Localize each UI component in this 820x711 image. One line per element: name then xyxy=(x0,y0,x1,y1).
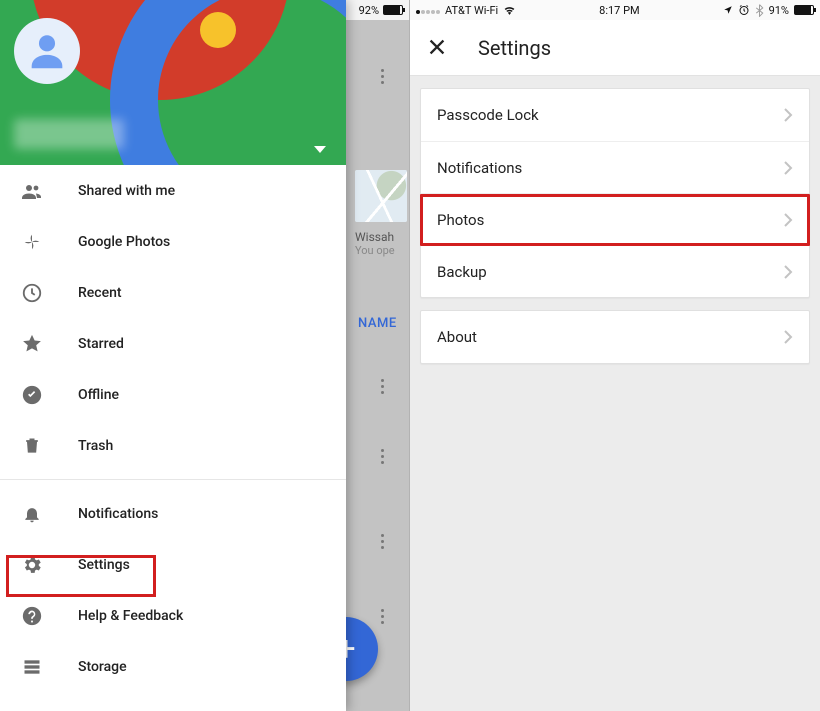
drawer-item-label: Shared with me xyxy=(78,183,175,199)
status-bar-partial: 92% xyxy=(345,0,409,20)
bell-icon xyxy=(20,502,44,526)
drive-drawer-screen: 92% Wissah You ope NAME + xyxy=(0,0,410,711)
trash-icon xyxy=(20,434,44,458)
drawer-item-settings[interactable]: Settings xyxy=(0,539,346,590)
overflow-menu-icon[interactable] xyxy=(372,525,392,557)
check-circle-icon xyxy=(20,383,44,407)
signal-icon xyxy=(416,6,440,14)
alarm-icon xyxy=(738,4,750,16)
drawer-item-notifications[interactable]: Notifications xyxy=(0,488,346,539)
account-name-blurred xyxy=(14,119,124,149)
carrier-label: AT&T Wi-Fi xyxy=(445,4,498,17)
overflow-menu-icon[interactable] xyxy=(372,60,392,92)
drawer-item-starred[interactable]: Starred xyxy=(0,318,346,369)
battery-percent: 92% xyxy=(359,4,379,17)
chevron-right-icon xyxy=(783,107,793,123)
status-bar: AT&T Wi-Fi 8:17 PM 91% xyxy=(410,0,820,20)
drawer-item-help[interactable]: Help & Feedback xyxy=(0,590,346,641)
row-label: Photos xyxy=(437,211,484,229)
wifi-icon xyxy=(503,5,516,15)
settings-body: Passcode Lock Notifications Photos Backu… xyxy=(410,76,820,388)
people-icon xyxy=(20,179,44,203)
drawer-item-label: Recent xyxy=(78,285,122,301)
battery-icon xyxy=(794,5,814,15)
row-label: Notifications xyxy=(437,159,522,177)
settings-row-notifications[interactable]: Notifications xyxy=(421,141,809,193)
status-time: 8:17 PM xyxy=(599,4,639,17)
drawer-items: Shared with me Google Photos Recent Star… xyxy=(0,165,346,711)
page-title: Settings xyxy=(478,36,551,60)
location-icon xyxy=(723,5,733,15)
account-switch-caret-icon[interactable] xyxy=(314,146,326,153)
settings-row-passcode[interactable]: Passcode Lock xyxy=(421,89,809,141)
row-label: About xyxy=(437,328,477,346)
gear-icon xyxy=(20,553,44,577)
overflow-menu-icon[interactable] xyxy=(372,600,392,632)
overflow-menu-icon[interactable] xyxy=(372,370,392,402)
avatar[interactable] xyxy=(14,18,80,84)
settings-header: Settings xyxy=(410,20,820,76)
drawer-item-label: Google Photos xyxy=(78,234,170,250)
drawer-item-label: Help & Feedback xyxy=(78,608,183,624)
storage-icon xyxy=(20,655,44,679)
drawer-item-shared[interactable]: Shared with me xyxy=(0,165,346,216)
column-header-name[interactable]: NAME xyxy=(358,316,397,331)
drawer-item-offline[interactable]: Offline xyxy=(0,369,346,420)
drawer-item-label: Starred xyxy=(78,336,124,352)
drawer-item-recent[interactable]: Recent xyxy=(0,267,346,318)
drawer-item-label: Storage xyxy=(78,659,127,675)
drawer-item-storage[interactable]: Storage xyxy=(0,641,346,692)
settings-group: About xyxy=(420,310,810,364)
chevron-right-icon xyxy=(783,212,793,228)
clock-icon xyxy=(20,281,44,305)
settings-group: Passcode Lock Notifications Photos Backu… xyxy=(420,88,810,298)
settings-row-about[interactable]: About xyxy=(421,311,809,363)
divider xyxy=(0,479,346,480)
drawer-item-label: Notifications xyxy=(78,506,158,522)
drawer-header[interactable] xyxy=(0,0,346,165)
close-icon xyxy=(426,36,448,58)
battery-percent: 91% xyxy=(769,4,789,17)
drawer-item-label: Offline xyxy=(78,387,119,403)
help-icon xyxy=(20,604,44,628)
chevron-right-icon xyxy=(783,264,793,280)
row-label: Passcode Lock xyxy=(437,106,539,124)
hidden-file-subtitle: You ope xyxy=(355,244,395,257)
settings-row-photos[interactable]: Photos xyxy=(421,193,809,245)
navigation-drawer: Shared with me Google Photos Recent Star… xyxy=(0,0,346,711)
battery-icon xyxy=(383,5,403,15)
hidden-file-tile: Wissah You ope xyxy=(355,230,395,257)
map-thumbnail xyxy=(355,170,407,222)
row-label: Backup xyxy=(437,263,487,281)
settings-row-backup[interactable]: Backup xyxy=(421,245,809,297)
drawer-item-google-photos[interactable]: Google Photos xyxy=(0,216,346,267)
pinwheel-icon xyxy=(20,230,44,254)
chevron-right-icon xyxy=(783,329,793,345)
bluetooth-icon xyxy=(755,4,764,17)
chevron-right-icon xyxy=(783,160,793,176)
drawer-item-trash[interactable]: Trash xyxy=(0,420,346,471)
hidden-file-title: Wissah xyxy=(355,230,395,244)
close-button[interactable] xyxy=(426,36,450,60)
drawer-item-label: Trash xyxy=(78,438,113,454)
drawer-item-label: Settings xyxy=(78,557,130,573)
settings-screen: AT&T Wi-Fi 8:17 PM 91% Settings Passcode… xyxy=(410,0,820,711)
overflow-menu-icon[interactable] xyxy=(372,440,392,472)
star-icon xyxy=(20,332,44,356)
